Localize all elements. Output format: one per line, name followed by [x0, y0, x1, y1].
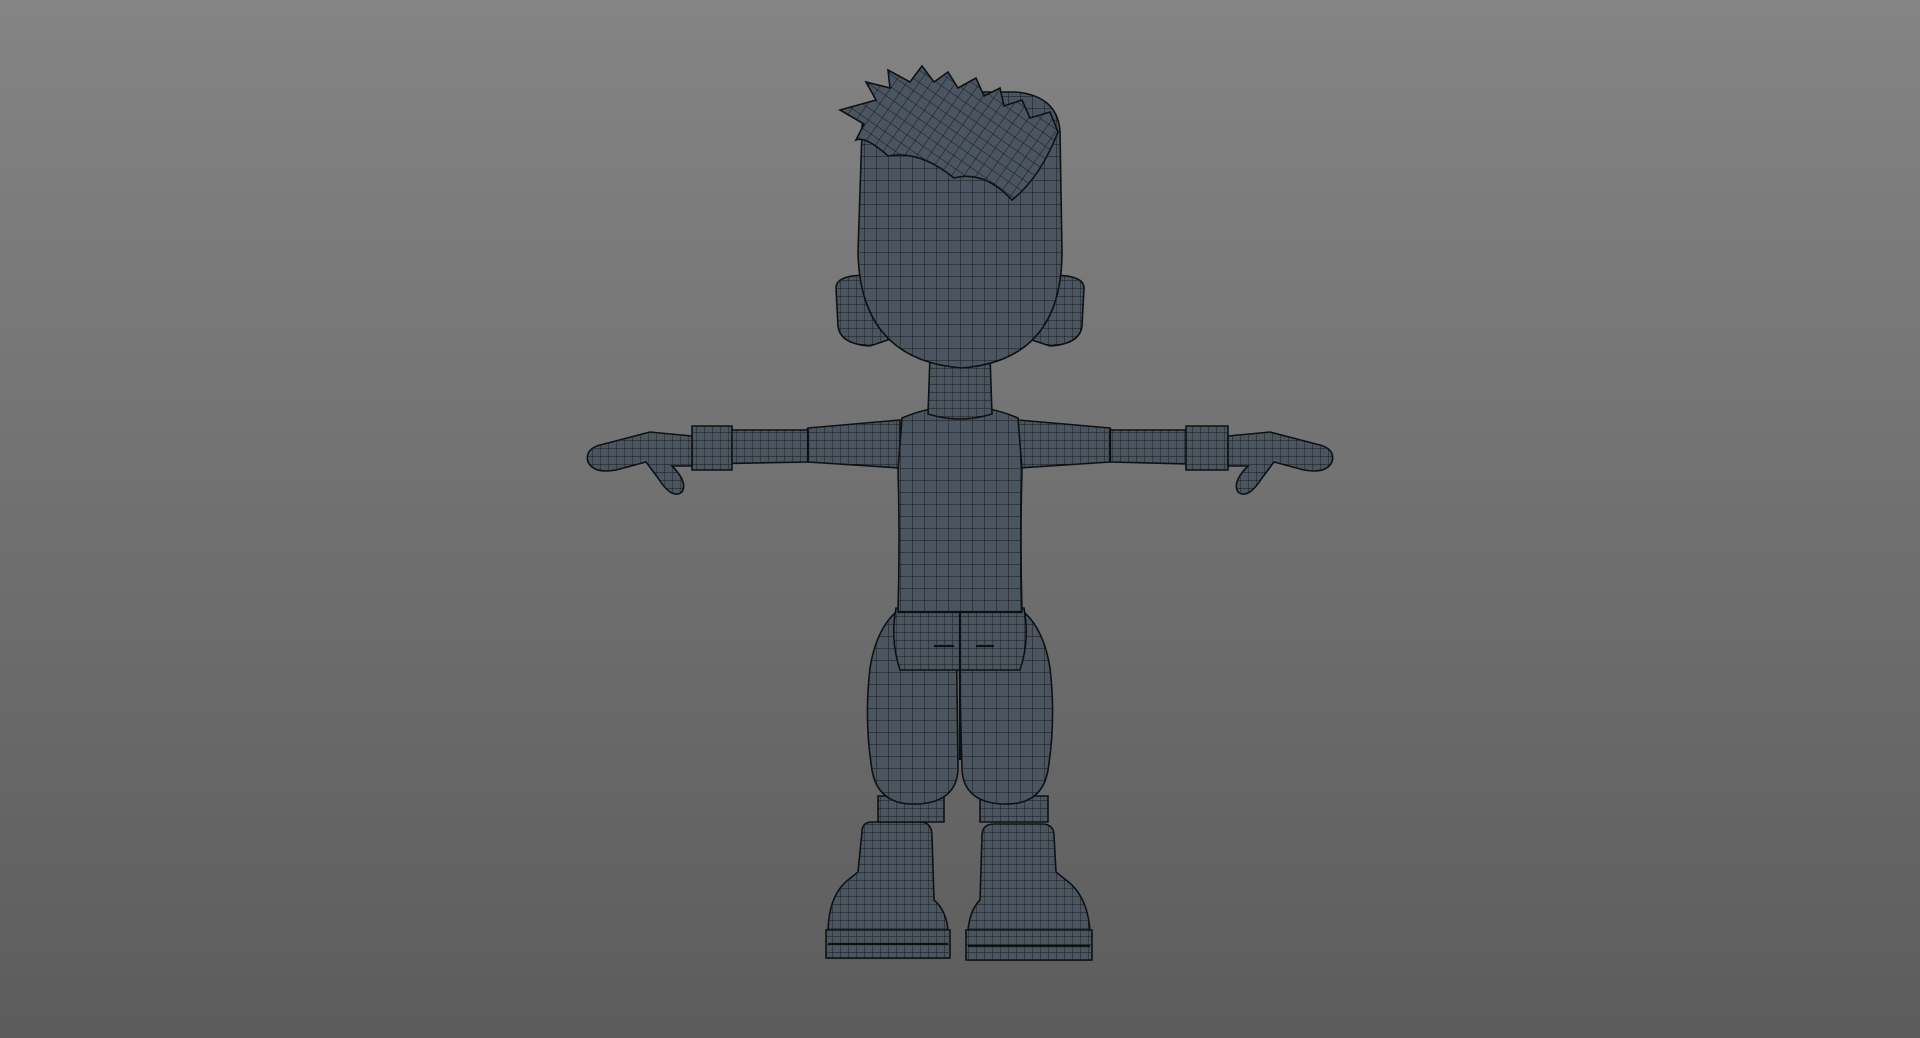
torso[interactable]	[897, 405, 1023, 613]
viewport-canvas[interactable]	[0, 0, 1920, 1038]
left-cuff	[691, 425, 733, 471]
left-sleeve[interactable]	[801, 419, 901, 469]
right-forearm[interactable]	[1109, 429, 1191, 465]
3d-viewport[interactable]	[0, 0, 1920, 1038]
right-cuff	[1185, 425, 1229, 471]
right-sleeve[interactable]	[1017, 419, 1117, 469]
